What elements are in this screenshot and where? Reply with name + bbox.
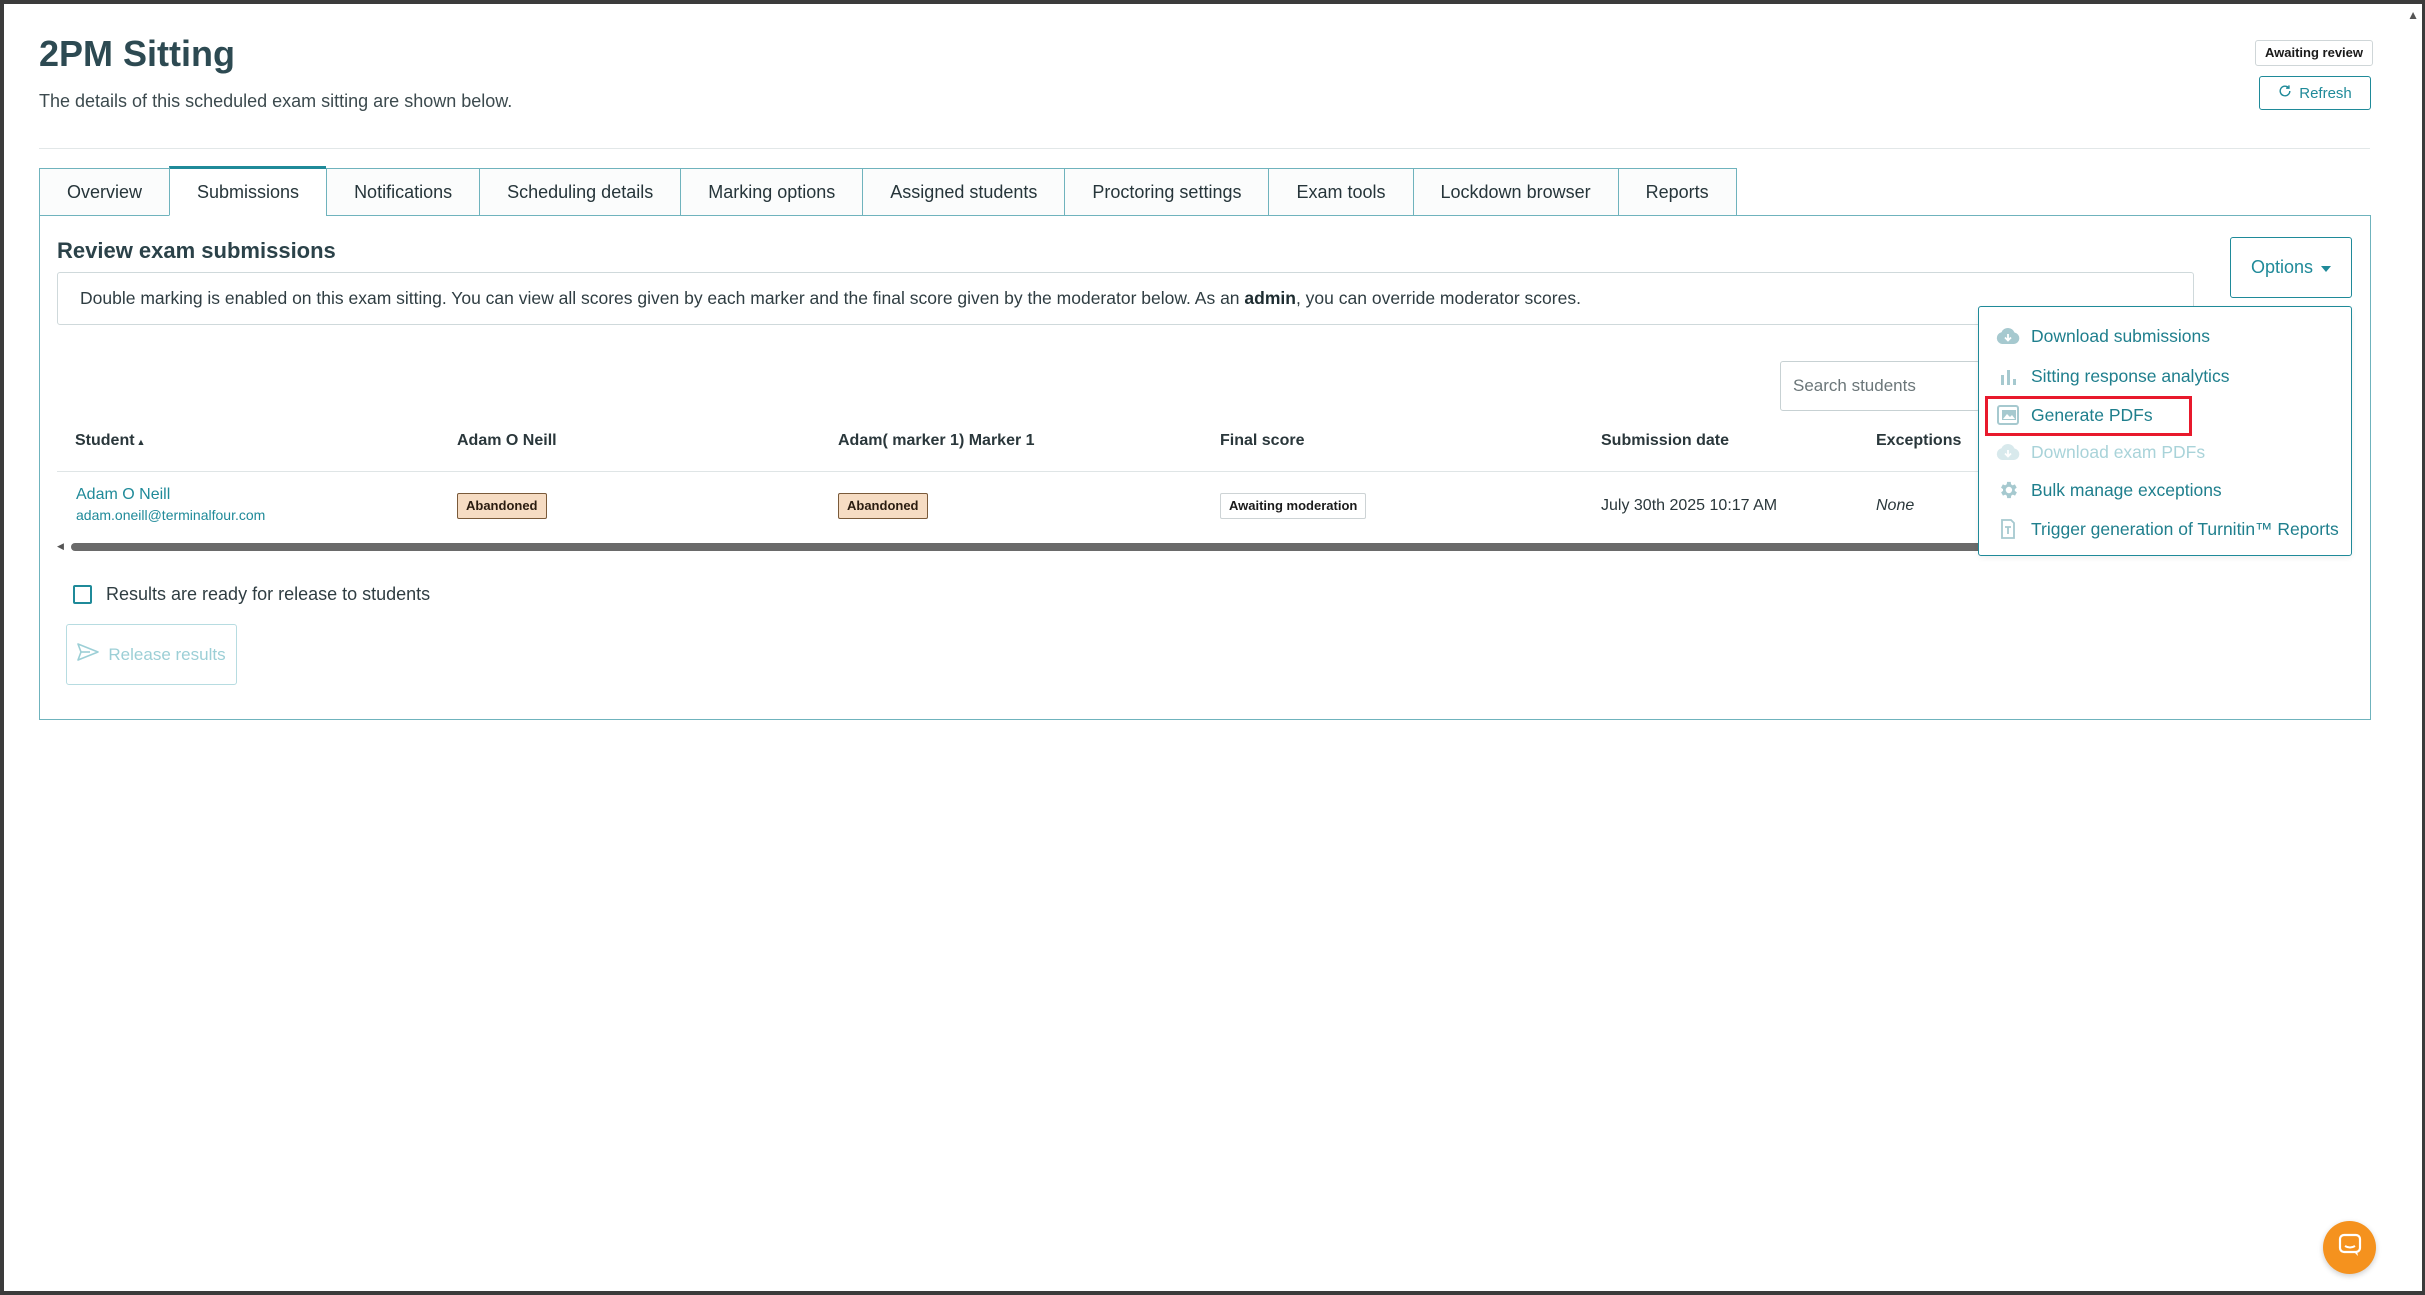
send-icon [77,643,100,666]
column-header-student[interactable]: Student ▲ [75,432,145,450]
refresh-icon [2278,84,2292,102]
sort-asc-icon: ▲ [136,437,146,447]
tab-exam-tools[interactable]: Exam tools [1268,168,1413,216]
cloud-download-icon [1995,441,2021,463]
tab-bar: Overview Submissions Notifications Sched… [39,166,1737,216]
horizontal-scrollbar[interactable]: ◀ [57,541,2017,551]
menu-item-generate-pdfs[interactable]: Generate PDFs [1995,400,2153,430]
refresh-label: Refresh [2299,84,2352,102]
exceptions-value: None [1876,497,1915,514]
info-text-end: , you can override moderator scores. [1295,288,1581,308]
header-divider [39,148,2370,149]
menu-item-sitting-response-analytics[interactable]: Sitting response analytics [1995,361,2229,391]
column-header-marker-1: Adam( marker 1) Marker 1 [838,432,1035,449]
turnitin-icon [1995,518,2021,540]
caret-down-icon [2321,265,2332,272]
scroll-up-arrow-icon[interactable]: ▲ [2407,8,2419,22]
search-students-input[interactable] [1780,361,1980,411]
tab-lockdown-browser[interactable]: Lockdown browser [1412,168,1618,216]
info-role: admin [1244,288,1296,308]
cloud-download-icon [1995,325,2021,347]
submission-date: July 30th 2025 10:17 AM [1601,497,1778,514]
tab-submissions[interactable]: Submissions [169,166,327,216]
tab-marking-options[interactable]: Marking options [680,168,863,216]
menu-item-bulk-manage-exceptions[interactable]: Bulk manage exceptions [1995,475,2222,505]
panel-title: Review exam submissions [57,238,336,263]
abandoned-badge: Abandoned [457,493,547,519]
info-text-start: Double marking is enabled on this exam s… [80,288,1245,308]
tab-overview[interactable]: Overview [39,168,170,216]
refresh-button[interactable]: Refresh [2259,76,2371,110]
table-header-divider [57,471,2017,472]
gear-icon [1995,479,2021,501]
options-label: Options [2250,257,2314,277]
final-score: Awaiting moderation [1220,493,1367,519]
menu-item-trigger-turnitin-reports[interactable]: Trigger generation of Turnitin™ Reports [1995,514,2339,544]
tab-scheduling-details[interactable]: Scheduling details [479,168,681,216]
options-button[interactable]: Options [2230,237,2352,298]
image-file-icon [1995,404,2021,426]
release-ready-label: Results are ready for release to student… [106,584,431,604]
chat-bubble-icon [2337,1232,2363,1263]
abandoned-badge: Abandoned [838,493,928,519]
release-checkbox-row[interactable]: Results are ready for release to student… [73,584,430,605]
marker-1-score: Abandoned [838,493,928,519]
release-results-button[interactable]: Release results [66,624,237,685]
bar-chart-icon [1995,365,2021,387]
tab-notifications[interactable]: Notifications [326,168,480,216]
tab-reports[interactable]: Reports [1617,168,1737,216]
column-header-exceptions: Exceptions [1876,432,1962,449]
tab-assigned-students[interactable]: Assigned students [862,168,1065,216]
column-header-submission-date: Submission date [1601,432,1730,449]
status-badge: Awaiting review [2254,40,2373,66]
tab-proctoring-settings[interactable]: Proctoring settings [1064,168,1269,216]
options-dropdown-menu: Download submissions Sitting response an… [1978,306,2352,556]
page-title: 2PM Sitting [39,33,235,74]
menu-item-download-submissions[interactable]: Download submissions [1995,321,2210,351]
menu-item-download-exam-pdfs[interactable]: Download exam PDFs [1995,437,2205,467]
double-marking-info: Double marking is enabled on this exam s… [57,272,2194,325]
release-ready-checkbox[interactable] [73,585,92,604]
awaiting-moderation-badge: Awaiting moderation [1220,493,1367,519]
student-cell: Adam O Neill adam.oneill@terminalfour.co… [76,486,265,523]
student-name-link[interactable]: Adam O Neill [76,486,265,504]
column-header-marker-adam: Adam O Neill [457,432,557,449]
student-email-link[interactable]: adam.oneill@terminalfour.com [76,507,265,523]
page-subtitle: The details of this scheduled exam sitti… [39,91,513,111]
column-header-final-score: Final score [1220,432,1305,449]
chat-launcher-button[interactable] [2323,1221,2376,1274]
scroll-left-arrow-icon[interactable]: ◀ [57,541,64,551]
marker-adam-score: Abandoned [457,493,547,519]
release-results-label: Release results [108,644,226,664]
scrollbar-thumb[interactable] [71,543,2017,551]
